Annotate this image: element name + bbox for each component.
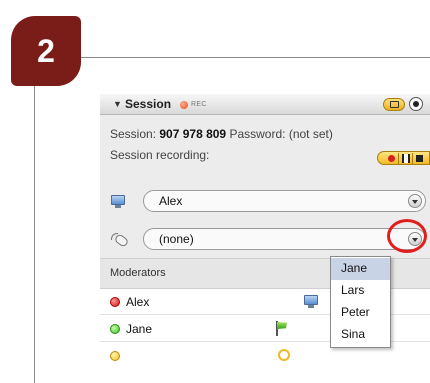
panel-menu-button[interactable]: [409, 97, 423, 111]
session-recording-label: Session recording:: [110, 148, 210, 162]
dropdown-option-sina[interactable]: Sina: [331, 324, 390, 346]
dropdown-option-lars[interactable]: Lars: [331, 280, 390, 302]
status-dot-icon: [110, 324, 120, 334]
control-separator: [398, 153, 399, 164]
session-title: Session: [125, 97, 172, 111]
dropdown-option-peter[interactable]: Peter: [331, 302, 390, 324]
step-number-badge: 2: [11, 16, 81, 86]
step-frame-left-line: [34, 57, 35, 383]
status-dot-icon: [110, 297, 120, 307]
mouse-icon: [111, 233, 130, 248]
mouse-control-dropdown: Jane Lars Peter Sina: [330, 256, 391, 348]
recording-dot-icon: [180, 101, 188, 109]
presenter-select[interactable]: Alex: [143, 190, 426, 212]
password-value: (not set): [288, 127, 333, 141]
moderators-label: Moderators: [110, 267, 166, 279]
monitor-icon: [111, 195, 125, 208]
monitor-icon: [304, 295, 318, 308]
session-id-label: Session:: [110, 127, 157, 141]
recording-controls: [377, 151, 430, 165]
presenter-select-value: Alex: [159, 194, 183, 208]
control-separator: [412, 153, 413, 164]
dropdown-option-jane[interactable]: Jane: [331, 258, 390, 280]
status-icon: [278, 349, 290, 361]
window-icon: [390, 101, 399, 108]
mouse-control-select-value: (none): [159, 232, 194, 246]
rec-indicator-label: REC: [191, 101, 207, 108]
user-name: Jane: [126, 322, 153, 336]
session-id-value: 907 978 809: [159, 127, 227, 141]
user-name: Alex: [126, 295, 150, 309]
chevron-down-icon[interactable]: [408, 194, 422, 208]
pause-button[interactable]: [402, 154, 410, 163]
password-label: Password:: [229, 127, 286, 141]
mouse-control-select[interactable]: (none): [143, 228, 426, 250]
collapse-arrow-icon[interactable]: ▼: [113, 99, 122, 109]
session-panel-header[interactable]: ▼ Session REC: [100, 94, 430, 115]
session-info-line: Session: 907 978 809 Password: (not set): [110, 127, 333, 141]
flag-icon: [276, 321, 288, 336]
step-frame-top-line: [75, 57, 430, 58]
status-dot-icon: [110, 351, 120, 361]
record-button[interactable]: [388, 155, 395, 162]
highlight-circle: [387, 219, 427, 253]
session-options-button[interactable]: [383, 98, 405, 111]
stop-button[interactable]: [416, 155, 423, 162]
